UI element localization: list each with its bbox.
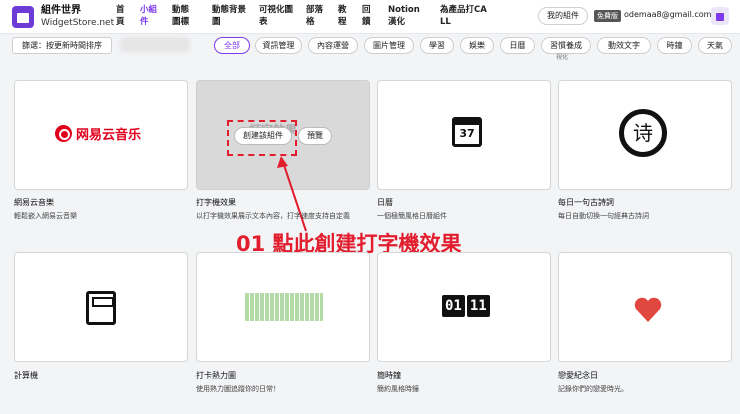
clock-icon: 01 11 — [442, 295, 490, 317]
card-title-poem: 每日一句古詩詞 — [558, 198, 614, 207]
poem-icon: 诗 — [619, 109, 667, 157]
widget-card-anniversary[interactable] — [558, 252, 732, 362]
card-title-calendar: 日曆 — [377, 198, 393, 207]
heatmap-icon — [245, 293, 323, 321]
heart-icon — [634, 297, 662, 322]
widget-card-calendar[interactable]: 37 — [377, 80, 551, 190]
widget-card-heatmap[interactable] — [196, 252, 370, 362]
widget-card-calculator[interactable] — [14, 252, 188, 362]
card-title-heatmap: 打卡熱力圖 — [196, 371, 236, 380]
card-desc-clock: 簡約風格時鐘 — [377, 385, 419, 393]
clock-hours: 01 — [442, 295, 465, 317]
card-title-typewriter: 打字機效果 — [196, 198, 236, 207]
card-desc-heatmap: 使用熱力圖追蹤你的日常！ — [196, 385, 280, 393]
card-title-anniversary: 戀愛紀念日 — [558, 371, 598, 380]
card-title-clock: 簡時鐘 — [377, 371, 401, 380]
calendar-icon: 37 — [452, 117, 482, 147]
card-title-calculator: 計算機 — [14, 371, 38, 380]
calculator-icon — [86, 291, 116, 325]
card-desc-anniversary: 記錄你們的戀愛時光。 — [558, 385, 628, 393]
clock-minutes: 11 — [466, 295, 490, 317]
card-desc-calendar: 一個極簡風格日曆組件 — [377, 212, 447, 220]
card-desc-typewriter: 以打字機效果展示文本內容，打字速度支持自定義 — [196, 212, 350, 220]
widget-card-poem[interactable]: 诗 — [558, 80, 732, 190]
card-desc-poem: 每日自動切換一句經典古詩詞 — [558, 212, 649, 220]
widget-card-clock[interactable]: 01 11 — [377, 252, 551, 362]
